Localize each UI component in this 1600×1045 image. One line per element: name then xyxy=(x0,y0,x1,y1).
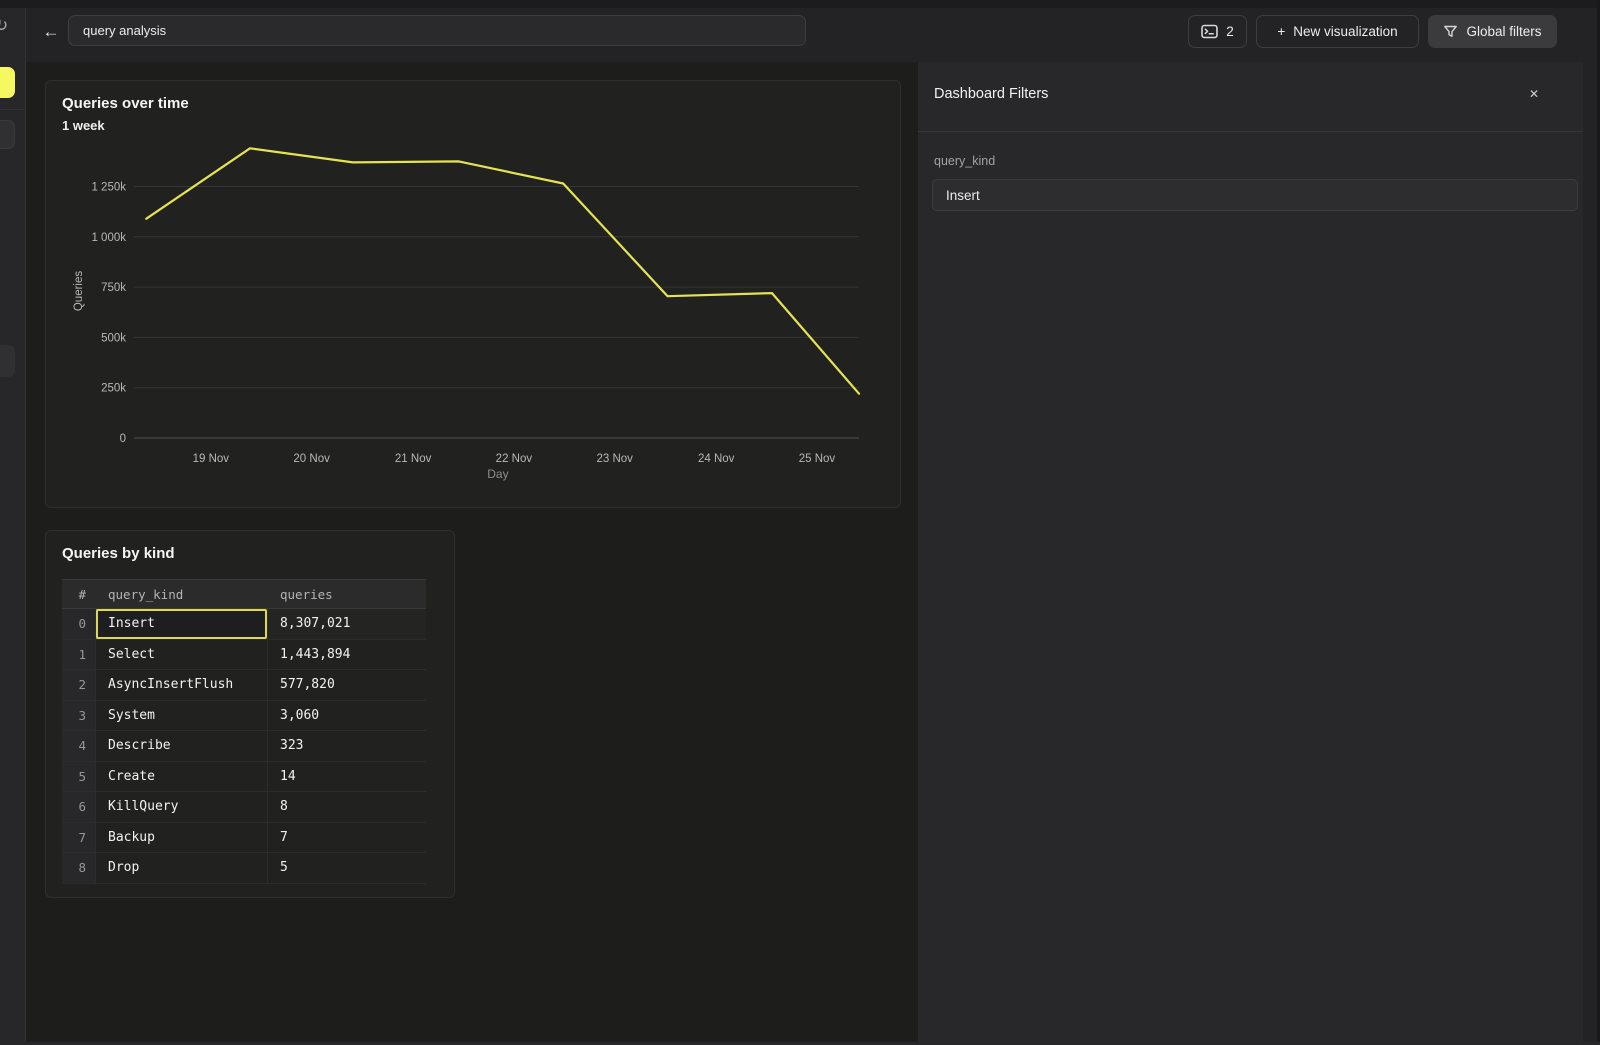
y-tick-label: 1 000k xyxy=(91,232,126,244)
y-tick-label: 0 xyxy=(120,433,126,445)
refresh-icon[interactable]: ↻ xyxy=(0,16,8,36)
query-kind-filter-input[interactable]: Insert xyxy=(932,179,1578,211)
query-kind-cell[interactable]: Describe xyxy=(95,731,267,761)
queries-value-cell: 8,307,021 xyxy=(267,609,426,639)
row-index-cell: 0 xyxy=(62,609,95,639)
table-header-cell: query_kind xyxy=(95,580,267,608)
back-button[interactable]: ← xyxy=(38,19,64,45)
queries-by-kind-table: #query_kindqueries0Insert8,307,0211Selec… xyxy=(62,579,426,884)
filter-field-label: query_kind xyxy=(934,154,995,168)
x-tick-label: 19 Nov xyxy=(193,453,230,465)
row-index-cell: 1 xyxy=(62,640,95,670)
query-kind-cell[interactable]: Backup xyxy=(95,823,267,853)
queries-value-cell: 577,820 xyxy=(267,670,426,700)
new-visualization-label: New visualization xyxy=(1293,24,1397,39)
dashboard-title-value: query analysis xyxy=(83,23,166,38)
table-row: 8Drop5 xyxy=(62,853,426,884)
top-bar: ← query analysis 2 + New visualization xyxy=(26,0,1600,62)
row-index-cell: 2 xyxy=(62,670,95,700)
dashboard-canvas: Queries over time 1 week 0250k500k750k1 … xyxy=(26,62,918,1045)
plus-icon: + xyxy=(1277,24,1285,39)
queries-value-cell: 7 xyxy=(267,823,426,853)
table-row: 5Create14 xyxy=(62,762,426,793)
funnel-icon xyxy=(1443,24,1458,39)
table-header-row: #query_kindqueries xyxy=(62,580,426,609)
table-row: 4Describe323 xyxy=(62,731,426,762)
table-title: Queries by kind xyxy=(62,545,175,562)
queries-value-cell: 8 xyxy=(267,792,426,822)
rail-item-active-swatch[interactable] xyxy=(0,67,15,98)
x-tick-label: 24 Nov xyxy=(698,453,735,465)
rail-item-swatch[interactable] xyxy=(0,120,15,149)
global-filters-label: Global filters xyxy=(1466,24,1541,39)
query-kind-cell[interactable]: AsyncInsertFlush xyxy=(95,670,267,700)
table-card: Queries by kind #query_kindqueries0Inser… xyxy=(45,530,455,898)
queries-value-cell: 5 xyxy=(267,853,426,883)
y-tick-label: 750k xyxy=(101,282,126,294)
table-header-cell: # xyxy=(62,580,95,608)
queries-value-cell: 14 xyxy=(267,762,426,792)
close-icon[interactable]: ✕ xyxy=(1524,84,1544,104)
panel-divider xyxy=(918,131,1600,132)
query-kind-cell[interactable]: Select xyxy=(95,640,267,670)
dashboard-title-input[interactable]: query analysis xyxy=(68,15,806,46)
queries-value-cell: 3,060 xyxy=(267,701,426,731)
filters-panel-title: Dashboard Filters xyxy=(934,86,1048,102)
queries-value-cell: 323 xyxy=(267,731,426,761)
row-index-cell: 4 xyxy=(62,731,95,761)
row-index-cell: 5 xyxy=(62,762,95,792)
rail-divider xyxy=(0,109,26,110)
queries-over-time-line-chart: 0 250k 500k 750k 1 000k 1 250k 19 Nov 20 Nov 21 … xyxy=(46,81,902,509)
x-tick-label: 25 Nov xyxy=(799,453,836,465)
console-icon xyxy=(1201,24,1218,39)
x-tick-label: 22 Nov xyxy=(496,453,533,465)
y-tick-label: 1 250k xyxy=(91,182,126,194)
x-tick-label: 20 Nov xyxy=(293,453,330,465)
table-row: 1Select1,443,894 xyxy=(62,640,426,671)
table-row: 3System3,060 xyxy=(62,701,426,732)
rail-item-swatch[interactable] xyxy=(0,345,15,377)
left-rail: ↻ xyxy=(0,0,26,1045)
global-filters-button[interactable]: Global filters xyxy=(1428,15,1557,48)
query-kind-cell[interactable]: KillQuery xyxy=(95,792,267,822)
app-window: ↻ ← query analysis 2 + New visualization xyxy=(0,0,1600,1045)
row-index-cell: 6 xyxy=(62,792,95,822)
y-tick-label: 250k xyxy=(101,383,126,395)
query-kind-cell[interactable]: System xyxy=(95,701,267,731)
query-kind-cell[interactable]: Create xyxy=(95,762,267,792)
table-row: 7Backup7 xyxy=(62,823,426,854)
row-index-cell: 8 xyxy=(62,853,95,883)
x-tick-label: 21 Nov xyxy=(395,453,432,465)
table-header-cell: queries xyxy=(267,580,426,608)
window-top-edge xyxy=(0,0,1600,8)
new-visualization-button[interactable]: + New visualization xyxy=(1256,15,1419,48)
row-index-cell: 7 xyxy=(62,823,95,853)
x-axis-title: Day xyxy=(487,467,508,481)
chart-card: Queries over time 1 week 0250k500k750k1 … xyxy=(45,80,901,508)
dashboard-filters-panel: Dashboard Filters ✕ query_kind Insert xyxy=(918,62,1600,1045)
x-tick-label: 23 Nov xyxy=(596,453,633,465)
table-row: 0Insert8,307,021 xyxy=(62,609,426,640)
query-kind-cell[interactable]: Drop xyxy=(95,853,267,883)
table-row: 6KillQuery8 xyxy=(62,792,426,823)
y-tick-label: 500k xyxy=(101,332,126,344)
table-row: 2AsyncInsertFlush577,820 xyxy=(62,670,426,701)
console-tabs-count: 2 xyxy=(1226,24,1234,39)
query-kind-cell[interactable]: Insert xyxy=(95,609,267,639)
y-axis-title: Queries xyxy=(73,271,85,312)
console-tabs-button[interactable]: 2 xyxy=(1188,15,1247,48)
query-kind-filter-value: Insert xyxy=(946,188,980,203)
row-index-cell: 3 xyxy=(62,701,95,731)
series-line-queries xyxy=(146,148,859,393)
queries-value-cell: 1,443,894 xyxy=(267,640,426,670)
